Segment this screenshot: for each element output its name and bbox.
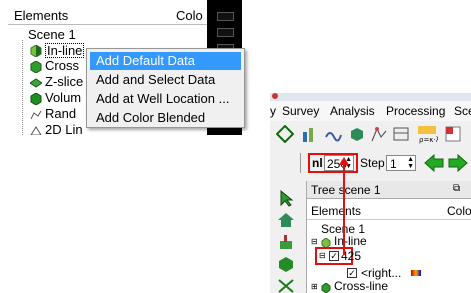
inline-icon — [30, 44, 42, 58]
title-bar — [270, 93, 471, 101]
application-window: y Survey Analysis Processing Sce ρ=κ⋅λ — [270, 93, 471, 293]
step-label: Step — [360, 156, 385, 170]
menu-item-add-and-select-data[interactable]: Add and Select Data — [90, 71, 241, 89]
cubes-icon[interactable] — [348, 125, 366, 143]
inline-icon — [321, 235, 331, 249]
tree-item-volume[interactable]: Volum — [45, 91, 81, 104]
inline-label: nl — [312, 156, 323, 170]
step-down-icon[interactable]: ▼ — [407, 163, 414, 170]
paint-icon[interactable] — [276, 233, 296, 251]
2d-line-icon — [30, 124, 42, 135]
view-cube-icon[interactable] — [276, 255, 296, 273]
menu-bar: y Survey Analysis Processing Sce — [270, 101, 471, 121]
view-rotate-icon[interactable] — [275, 124, 295, 144]
select-arrow-icon[interactable] — [276, 189, 296, 207]
zslice-icon — [29, 76, 43, 88]
annotation-arrow-line — [343, 163, 345, 255]
tree-item-attribute[interactable]: <right... — [361, 267, 401, 279]
tree-item-2dline[interactable]: 2D Lin — [45, 123, 83, 135]
tree-header-color: Colo — [176, 8, 203, 23]
undock-icon[interactable]: ⧉ — [453, 183, 460, 194]
header-divider — [8, 24, 208, 25]
menu-scenes[interactable]: Sce — [454, 105, 471, 117]
tree-header-elements: Elements — [311, 204, 362, 218]
color-swatch — [217, 12, 234, 21]
grid-icon[interactable] — [444, 125, 462, 143]
context-menu: Add Default Data Add and Select Data Add… — [86, 48, 245, 128]
rho-icon[interactable]: ρ=κ⋅λ — [416, 124, 440, 144]
panel-title-bar: Tree scene 1 ⧉ — [307, 181, 471, 199]
step-input[interactable]: 1 ▲ ▼ — [386, 155, 416, 171]
menu-analysis[interactable]: Analysis — [330, 105, 375, 117]
colorbar-swatch — [411, 270, 421, 276]
tree-scene-panel: Tree scene 1 ⧉ Elements Colo Scene 1 ⊟ I… — [306, 181, 471, 293]
attributes-icon[interactable] — [370, 125, 388, 143]
annotation-arrow-head — [339, 157, 349, 165]
panel-title: Tree scene 1 — [311, 183, 381, 197]
step-toolbar: nl 250 ▲ ▼ Step 1 ▲ ▼ — [270, 151, 471, 177]
crossline-icon — [30, 60, 42, 74]
header-divider — [307, 219, 471, 220]
attribute-checkbox[interactable]: ✓ — [347, 268, 357, 278]
tree-item-random[interactable]: Rand — [45, 107, 76, 120]
axes-icon[interactable] — [276, 277, 296, 293]
collapse-line-icon[interactable]: ⊟ — [319, 252, 326, 260]
toolbar: ρ=κ⋅λ — [270, 121, 471, 149]
tree-header-color: Colo — [447, 204, 471, 218]
menu-fragment: y — [270, 104, 276, 118]
color-swatch — [217, 28, 234, 37]
step-value: 1 — [390, 157, 397, 171]
menu-item-add-color-blended[interactable]: Add Color Blended — [90, 109, 241, 127]
chart-icon[interactable] — [300, 125, 318, 143]
home-icon[interactable] — [276, 211, 296, 229]
tree-scene-1[interactable]: Scene 1 — [28, 28, 76, 41]
tree-item-inline[interactable]: In-line — [45, 43, 85, 58]
seismic-icon[interactable] — [324, 125, 342, 143]
line-425-checkbox[interactable]: ✓ — [329, 251, 339, 261]
collapse-inline-icon[interactable]: ⊟ — [311, 238, 318, 246]
menu-processing[interactable]: Processing — [386, 105, 445, 117]
menu-survey[interactable]: Survey — [282, 105, 319, 117]
crossline-icon — [321, 280, 331, 293]
tree-connector — [22, 40, 23, 135]
tree-item-inline[interactable]: In-line — [334, 235, 367, 247]
tree-item-zslice[interactable]: Z-slice — [45, 75, 83, 88]
previous-arrow-icon[interactable] — [424, 153, 444, 173]
expand-crossline-icon[interactable]: ⊞ — [311, 283, 318, 291]
tree-item-crossline[interactable]: Cross-line — [334, 280, 388, 292]
menu-item-add-at-well-location[interactable]: Add at Well Location ... — [90, 90, 241, 108]
step-up-icon[interactable]: ▲ — [407, 156, 414, 163]
volume-icon — [30, 92, 42, 106]
next-arrow-icon[interactable] — [448, 153, 468, 173]
table-icon[interactable] — [392, 125, 410, 143]
tree-header-elements: Elements — [14, 8, 69, 23]
svg-text:ρ=κ⋅λ: ρ=κ⋅λ — [419, 136, 438, 144]
menu-item-add-default-data[interactable]: Add Default Data — [90, 52, 241, 70]
tree-item-cross[interactable]: Cross — [45, 59, 79, 72]
app-logo-icon — [272, 93, 278, 99]
toolbar-separator — [300, 153, 301, 173]
random-line-icon — [30, 108, 42, 120]
